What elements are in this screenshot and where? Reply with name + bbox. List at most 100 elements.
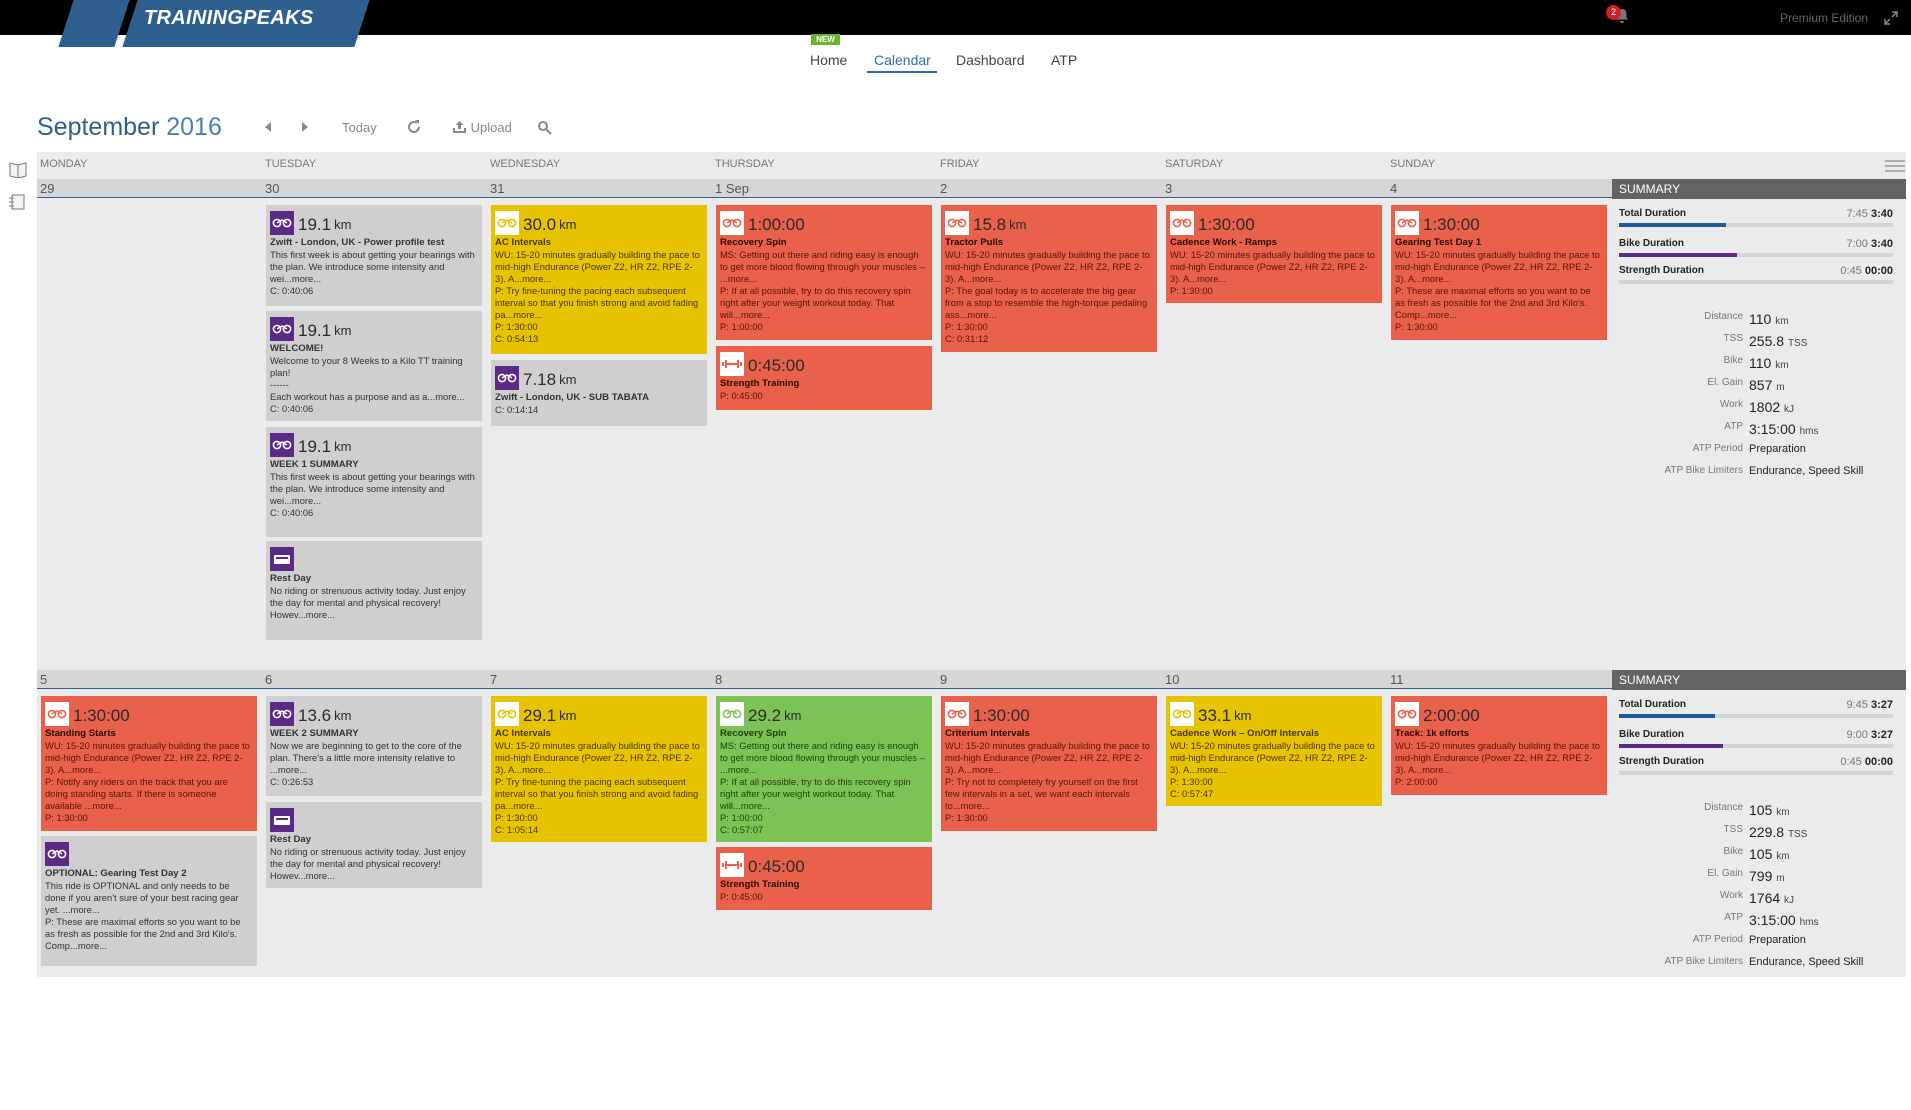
workout-card[interactable]: 1:30:00 Criterium Intervals WU: 15-20 minu… bbox=[941, 696, 1157, 831]
workout-card[interactable]: 15.8 km Tractor Pulls WU: 15-20 minutes gra… bbox=[941, 205, 1157, 352]
workout-title[interactable]: Standing Starts bbox=[45, 728, 253, 740]
workout-title[interactable]: Rest Day bbox=[270, 573, 478, 585]
workout-header: 19.1 km bbox=[270, 431, 478, 457]
workout-title[interactable]: Criterium Intervals bbox=[945, 728, 1153, 740]
summary-total-duration: Total Duration 9:45 3:27 bbox=[1619, 699, 1893, 711]
date-cell[interactable]: 8 bbox=[712, 670, 937, 688]
workout-card[interactable]: 13.6 km WEEK 2 SUMMARY Now we are beginning… bbox=[266, 696, 482, 796]
nav-home[interactable]: Home bbox=[810, 52, 847, 68]
date-cell[interactable]: 29 bbox=[37, 179, 262, 197]
date-cell[interactable]: 1 Sep bbox=[712, 179, 937, 197]
workout-card[interactable]: 2:00:00 Track: 1k efforts WU: 15-20 minute… bbox=[1391, 696, 1607, 795]
workout-title[interactable]: WEEK 2 SUMMARY bbox=[270, 728, 478, 740]
date-cell[interactable]: 9 bbox=[937, 670, 1162, 688]
date-cell[interactable]: 11 bbox=[1387, 670, 1612, 688]
nav-calendar[interactable]: Calendar bbox=[874, 52, 931, 68]
duration-progress-bar bbox=[1619, 714, 1893, 718]
date-cell[interactable]: 3 bbox=[1162, 179, 1387, 197]
workout-title[interactable]: Tractor Pulls bbox=[945, 237, 1153, 249]
workout-header: 0:45:00 bbox=[720, 350, 928, 376]
workout-card[interactable]: 1:30:00 Cadence Work - Ramps WU: 15-20 min… bbox=[1166, 205, 1382, 303]
workout-title[interactable]: Strength Training bbox=[720, 879, 928, 891]
stat-value: 3:15:00 hms bbox=[1749, 421, 1819, 437]
workout-title[interactable]: Gearing Test Day 1 bbox=[1395, 237, 1603, 249]
workout-notes: P: Try not to completely fry yourself on… bbox=[945, 776, 1138, 811]
stat-label: El. Gain bbox=[1707, 377, 1743, 388]
workout-card[interactable]: OPTIONAL: Gearing Test Day 2 This ride is… bbox=[41, 836, 257, 966]
workout-metric: 1:30:00 bbox=[1198, 215, 1255, 234]
workout-description: This first week is about getting your be… bbox=[270, 249, 475, 284]
search-icon[interactable] bbox=[537, 120, 552, 135]
menu-icon[interactable] bbox=[1885, 160, 1905, 172]
workout-title[interactable]: Zwift - London, UK - Power profile test bbox=[270, 237, 478, 249]
workout-card[interactable]: 1:30:00 Standing Starts WU: 15-20 minutes … bbox=[41, 696, 257, 831]
list-icon[interactable] bbox=[8, 193, 26, 211]
workout-title[interactable]: Rest Day bbox=[270, 834, 478, 846]
workout-title[interactable]: WELCOME! bbox=[270, 343, 478, 355]
summary-strength-duration: Strength Duration 0:45 00:00 bbox=[1619, 265, 1893, 277]
summary-panel: Total Duration 7:45 3:40 Bike Duration 7:00… bbox=[1612, 199, 1903, 619]
stat-unit: kJ bbox=[1784, 404, 1795, 415]
workout-card[interactable]: 1:00:00 Recovery Spin MS: Getting out ther… bbox=[716, 205, 932, 340]
library-icon[interactable] bbox=[8, 160, 28, 178]
summary-label: Strength Duration bbox=[1619, 756, 1704, 767]
workout-card[interactable]: 7.18 km Zwift - London, UK - SUB TABATA C: … bbox=[491, 360, 707, 426]
workout-card[interactable]: 19.1 km Zwift - London, UK - Power profile… bbox=[266, 205, 482, 306]
workout-card[interactable]: 29.1 km AC Intervals WU: 15-20 minutes grad… bbox=[491, 696, 707, 842]
workout-card[interactable]: Rest Day No riding or strenuous activity … bbox=[266, 541, 482, 640]
workout-card[interactable]: 1:30:00 Gearing Test Day 1 WU: 15-20 minut… bbox=[1391, 205, 1607, 340]
today-button[interactable]: Today bbox=[342, 120, 377, 135]
stat-label: Work bbox=[1719, 399, 1743, 410]
logo[interactable]: TRAININGPEAKS bbox=[144, 7, 313, 30]
date-cell[interactable]: 2 bbox=[937, 179, 1162, 197]
expand-icon[interactable] bbox=[1884, 11, 1898, 25]
workout-title[interactable]: WEEK 1 SUMMARY bbox=[270, 459, 478, 471]
notification-badge[interactable]: 2 bbox=[1606, 5, 1621, 20]
stat-value: 110 km bbox=[1749, 355, 1789, 371]
next-month-icon[interactable] bbox=[300, 121, 310, 133]
workout-title[interactable]: AC Intervals bbox=[495, 728, 703, 740]
workout-title[interactable]: Cadence Work - Ramps bbox=[1170, 237, 1378, 249]
workout-title[interactable]: Recovery Spin bbox=[720, 237, 928, 249]
date-cell[interactable]: 6 bbox=[262, 670, 487, 688]
summary-panel: Total Duration 9:45 3:27 Bike Duration 9:00… bbox=[1612, 690, 1903, 1110]
workout-title[interactable]: Strength Training bbox=[720, 378, 928, 390]
date-cell[interactable]: 4 bbox=[1387, 179, 1612, 197]
planned-duration: P: 1:30:00 bbox=[45, 812, 88, 823]
bike-icon bbox=[1395, 702, 1419, 726]
workout-metric: 19.1 bbox=[298, 437, 332, 456]
upload-button[interactable]: Upload bbox=[452, 120, 512, 135]
workout-title[interactable]: Zwift - London, UK - SUB TABATA bbox=[495, 392, 703, 404]
nav-dashboard[interactable]: Dashboard bbox=[956, 52, 1025, 68]
workout-header: 7.18 km bbox=[495, 364, 703, 390]
workout-card[interactable]: 0:45:00 Strength Training P: 0:45:00 bbox=[716, 346, 932, 410]
date-cell[interactable]: 30 bbox=[262, 179, 487, 197]
workout-card[interactable]: 30.0 km AC Intervals WU: 15-20 minutes grad… bbox=[491, 205, 707, 354]
workout-title[interactable]: Cadence Work – On/Off Intervals bbox=[1170, 728, 1378, 740]
stat-label: ATP Bike Limiters bbox=[1664, 465, 1743, 476]
prev-month-icon[interactable] bbox=[263, 121, 273, 133]
date-cell[interactable]: 10 bbox=[1162, 670, 1387, 688]
refresh-icon[interactable] bbox=[406, 119, 422, 135]
month-title: September 2016 bbox=[37, 113, 222, 142]
stat-unit: km bbox=[1775, 360, 1789, 371]
stat-value: 1802 kJ bbox=[1749, 399, 1795, 415]
workout-card[interactable]: 0:45:00 Strength Training P: 0:45:00 bbox=[716, 847, 932, 910]
workout-card[interactable]: 19.1 km WELCOME! Welcome to your 8 Weeks to… bbox=[266, 311, 482, 421]
workout-card[interactable]: 19.1 km WEEK 1 SUMMARY This first week is a… bbox=[266, 427, 482, 537]
workout-title[interactable]: Track: 1k efforts bbox=[1395, 728, 1603, 740]
date-cell[interactable]: 7 bbox=[487, 670, 712, 688]
date-cell[interactable]: 31 bbox=[487, 179, 712, 197]
bike-icon bbox=[1170, 702, 1194, 726]
day-header-wednesday: WEDNESDAY bbox=[490, 158, 561, 170]
workout-title[interactable]: AC Intervals bbox=[495, 237, 703, 249]
workout-title[interactable]: Recovery Spin bbox=[720, 728, 928, 740]
workout-card[interactable]: 29.2 km Recovery Spin MS: Getting out there… bbox=[716, 696, 932, 842]
nav-atp[interactable]: ATP bbox=[1051, 52, 1077, 68]
workout-card[interactable]: 33.1 km Cadence Work – On/Off Intervals WU:… bbox=[1166, 696, 1382, 806]
planned-duration: P: 0:45:00 bbox=[720, 390, 763, 401]
date-cell[interactable]: 5 bbox=[37, 670, 262, 688]
planned-duration: P: 1:30:00 bbox=[1170, 285, 1213, 296]
workout-card[interactable]: Rest Day No riding or strenuous activity … bbox=[266, 802, 482, 888]
workout-title[interactable]: OPTIONAL: Gearing Test Day 2 bbox=[45, 868, 253, 880]
